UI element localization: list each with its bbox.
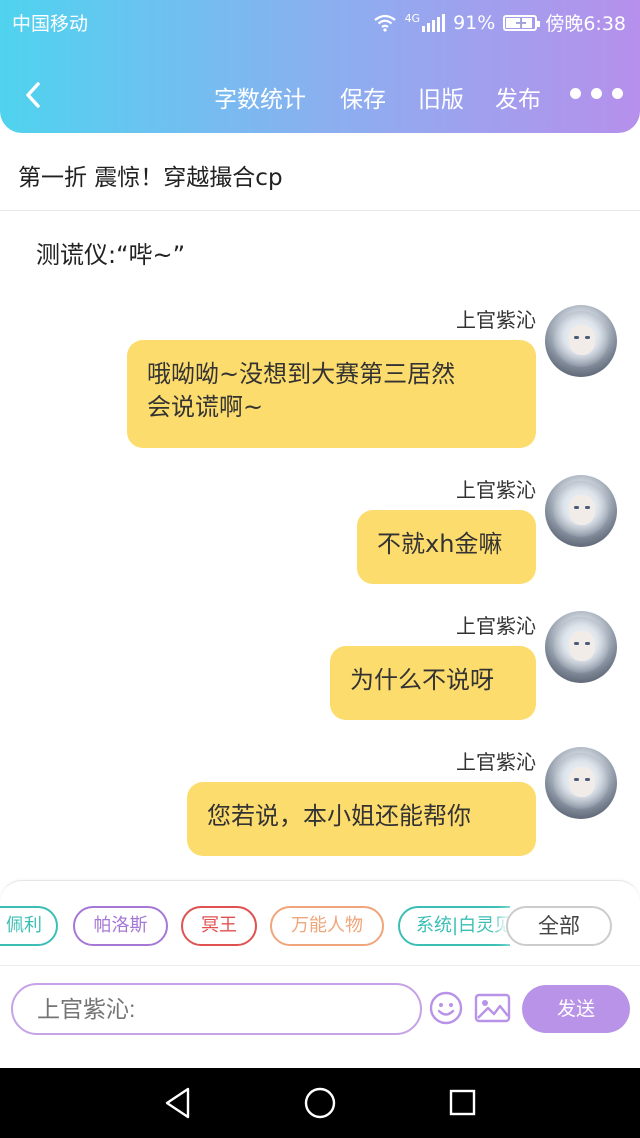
narration-text[interactable]: 测谎仪:“哔~”: [36, 235, 185, 270]
emoji-icon[interactable]: [429, 991, 463, 1025]
avatar[interactable]: [545, 747, 617, 819]
network-type: 4G: [404, 12, 421, 25]
signal-icon: [422, 13, 446, 32]
message-line: 会说谎啊~: [147, 393, 264, 421]
image-icon[interactable]: [474, 993, 511, 1023]
character-chip[interactable]: 万能人物: [270, 906, 384, 946]
avatar[interactable]: [545, 305, 617, 377]
recent-apps-icon[interactable]: [449, 1089, 476, 1116]
save-button[interactable]: 保存: [340, 80, 386, 114]
publish-button[interactable]: 发布: [495, 80, 541, 114]
status-indicators: 4G 91% + 傍晚6:38: [373, 9, 626, 36]
top-toolbar: 字数统计 保存 旧版 发布: [0, 66, 640, 126]
character-chip[interactable]: 帕洛斯: [73, 906, 168, 946]
character-chip[interactable]: 冥王: [181, 906, 257, 946]
composer-panel: 佩利 帕洛斯 冥王 万能人物 系统|白灵见 全部 发送: [0, 880, 640, 1069]
sender-name: 上官紫沁: [456, 308, 536, 332]
sender-name: 上官紫沁: [456, 478, 536, 502]
header: 中国移动 4G 91% + 傍晚6:38 字数统计 保存 旧版 发布: [0, 0, 640, 133]
message-bubble[interactable]: 您若说，本小姐还能帮你: [187, 782, 536, 856]
system-nav-bar: [0, 1068, 640, 1138]
sender-name: 上官紫沁: [456, 750, 536, 774]
message-input[interactable]: [11, 983, 422, 1035]
word-count-button[interactable]: 字数统计: [214, 80, 306, 114]
battery-percent: 91%: [453, 11, 496, 34]
clock: 傍晚6:38: [545, 13, 626, 35]
message-bubble[interactable]: 为什么不说呀: [330, 646, 536, 720]
divider: [0, 210, 640, 211]
avatar[interactable]: [545, 475, 617, 547]
old-version-button[interactable]: 旧版: [418, 80, 464, 114]
battery-icon: +: [503, 13, 541, 32]
status-bar: 中国移动 4G 91% + 傍晚6:38: [0, 0, 640, 44]
character-chip[interactable]: 佩利: [0, 906, 58, 946]
back-triangle-icon[interactable]: [162, 1086, 194, 1120]
home-circle-icon[interactable]: [304, 1087, 336, 1119]
avatar[interactable]: [545, 611, 617, 683]
character-chips: 佩利 帕洛斯 冥王 万能人物 系统|白灵见: [0, 906, 510, 950]
back-chevron-icon[interactable]: [18, 78, 48, 112]
message-bubble[interactable]: 哦呦呦~没想到大赛第三居然 会说谎啊~: [127, 340, 536, 448]
sender-name: 上官紫沁: [456, 614, 536, 638]
character-chip[interactable]: 系统|白灵见: [398, 906, 510, 946]
more-options-icon[interactable]: [570, 88, 623, 99]
wifi-icon: [373, 14, 396, 32]
all-characters-button[interactable]: 全部: [506, 906, 612, 946]
divider: [0, 965, 640, 966]
send-button[interactable]: 发送: [522, 985, 630, 1033]
message-line: 哦呦呦~没想到大赛第三居然: [147, 360, 456, 388]
chapter-title[interactable]: 第一折 震惊！穿越撮合cp: [18, 158, 283, 192]
message-bubble[interactable]: 不就xh金嘛: [357, 510, 536, 584]
carrier-label: 中国移动: [12, 13, 89, 35]
